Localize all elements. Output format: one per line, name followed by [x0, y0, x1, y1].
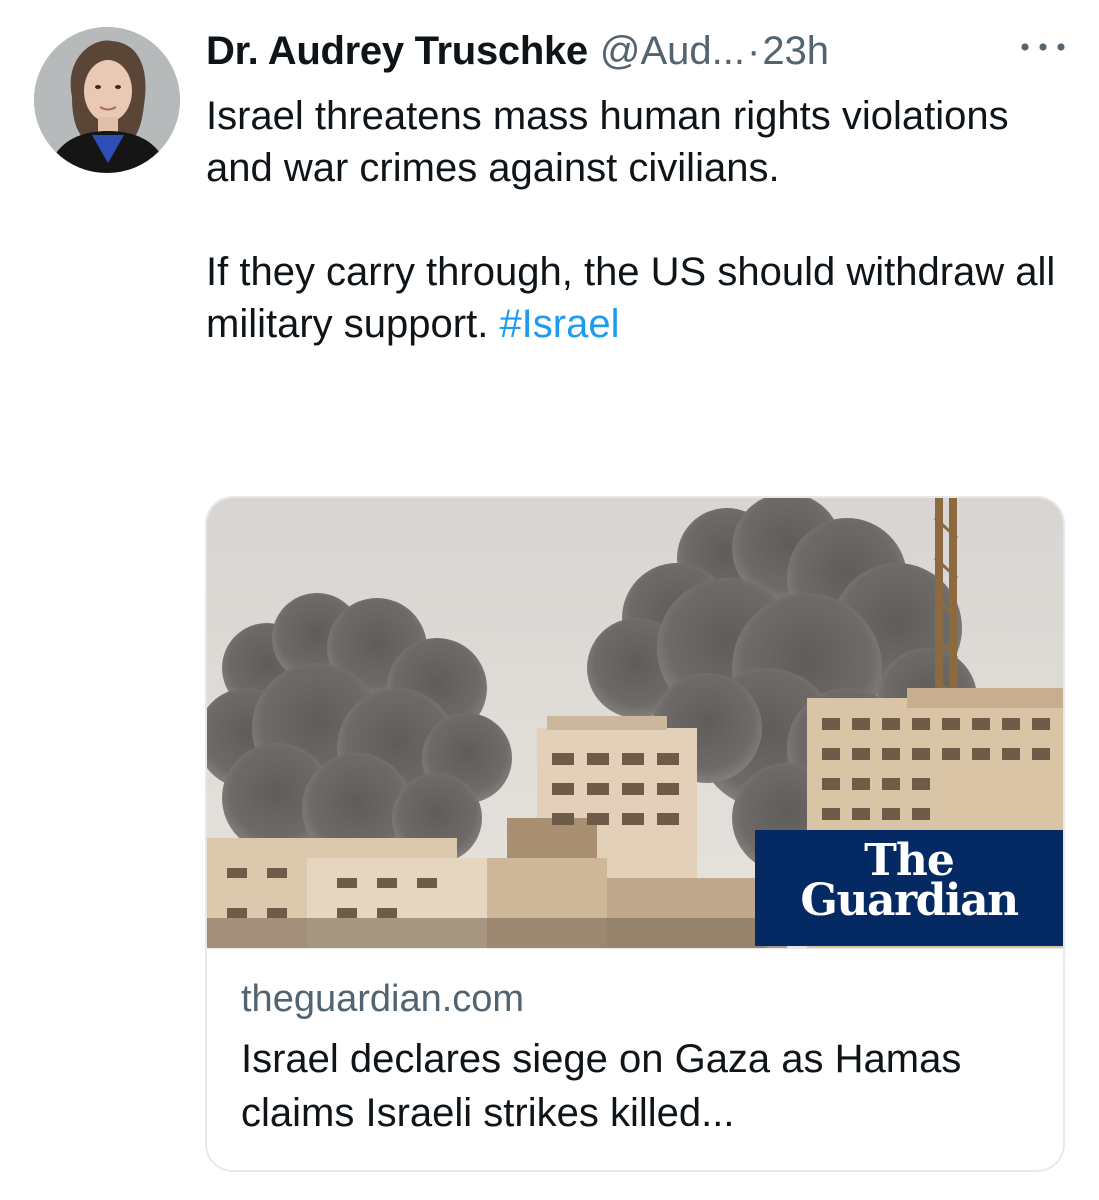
author-avatar[interactable] — [34, 27, 180, 173]
author-handle[interactable]: @Aud... — [600, 26, 745, 76]
card-divider — [207, 948, 1063, 949]
tweet-paragraph-2-text: If they carry through, the US should wit… — [206, 250, 1056, 346]
ellipsis-icon — [1021, 43, 1065, 51]
card-domain: theguardian.com — [241, 978, 525, 1020]
tweet-header: Dr. Audrey Truschke @Aud... · 23h — [206, 26, 829, 76]
hashtag-link[interactable]: #Israel — [499, 302, 619, 346]
card-image: The Guardian — [207, 498, 1063, 948]
tweet-timestamp[interactable]: 23h — [762, 26, 829, 76]
link-preview-card[interactable]: The Guardian theguardian.com Israel decl… — [205, 496, 1065, 1172]
guardian-logo-line2: Guardian — [800, 875, 1019, 926]
tweet-paragraph-2: If they carry through, the US should wit… — [206, 246, 1066, 350]
guardian-logo: The Guardian — [755, 830, 1063, 946]
tweet-text: Israel threatens mass human rights viola… — [206, 90, 1066, 350]
author-name[interactable]: Dr. Audrey Truschke — [206, 26, 588, 76]
tweet-paragraph-1: Israel threatens mass human rights viola… — [206, 94, 1009, 190]
avatar-photo — [34, 27, 180, 173]
header-separator: · — [746, 29, 761, 73]
more-options-button[interactable] — [1014, 34, 1072, 60]
card-title: Israel declares siege on Gaza as Hamas c… — [241, 1037, 962, 1135]
